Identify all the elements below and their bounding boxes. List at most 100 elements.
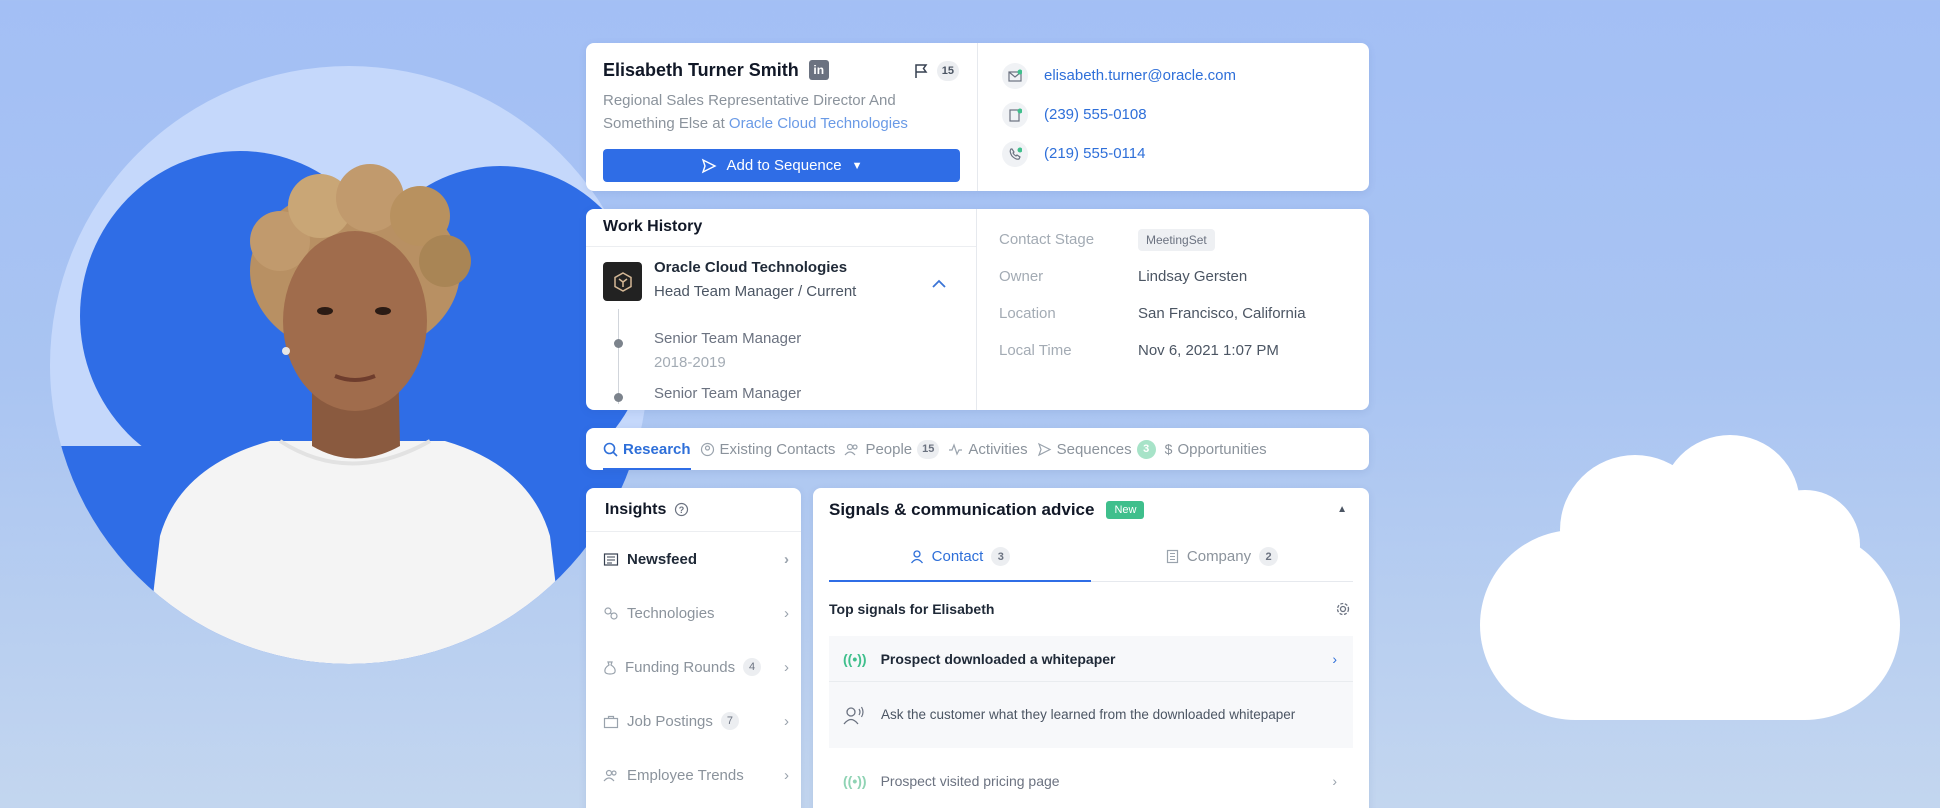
insights-item-badge: 7: [720, 712, 739, 730]
detail-label: Contact Stage: [999, 231, 1095, 248]
gear-icon[interactable]: [1335, 601, 1351, 617]
insights-item-label: Funding Rounds: [625, 658, 736, 676]
timeline-dot: [614, 393, 623, 402]
chevron-right-icon: ›: [1332, 650, 1337, 667]
detail-label: Local Time: [999, 342, 1072, 359]
speaking-person-icon: [843, 706, 864, 725]
tab-label: Activities: [968, 440, 1028, 458]
flag-count-badge: 15: [936, 61, 959, 81]
tab-sequences[interactable]: Sequences 3: [1037, 428, 1156, 470]
email-link[interactable]: elisabeth.turner@oracle.com: [1044, 67, 1236, 84]
caret-down-icon: ▼: [851, 159, 863, 172]
detail-label: Owner: [999, 268, 1044, 285]
timeline-dot: [614, 339, 623, 348]
people-icon: [844, 443, 859, 455]
previous-job-role: Senior Team Manager: [654, 330, 802, 347]
office-phone-icon: [1002, 101, 1028, 128]
chevron-right-icon: ›: [784, 550, 789, 568]
flag-icon[interactable]: [913, 63, 929, 79]
current-job: Oracle Cloud Technologies Head Team Mana…: [654, 259, 856, 300]
timeline-line: [618, 309, 619, 404]
profile-card: Elisabeth Turner Smith in 15 Regional Sa…: [586, 43, 1369, 191]
work-history-panel: Work History Oracle Cloud Technologies H…: [586, 209, 977, 410]
direct-phone-link[interactable]: (239) 555-0108: [1044, 106, 1147, 123]
tab-label: Research: [623, 440, 691, 458]
building-icon: [1166, 549, 1178, 564]
tab-company-signals[interactable]: Company 2: [1091, 532, 1353, 581]
mobile-phone-icon: [1002, 140, 1028, 167]
broadcast-icon: ((•)): [843, 773, 867, 789]
company-link[interactable]: Oracle Cloud Technologies: [729, 115, 908, 132]
chevron-right-icon: ›: [784, 658, 789, 676]
tab-activities[interactable]: Activities: [948, 428, 1028, 470]
send-icon: [701, 158, 717, 174]
insights-item-newsfeed[interactable]: Newsfeed ›: [586, 532, 801, 586]
tab-people[interactable]: People 15: [844, 428, 940, 470]
previous-job-role: Senior Team Manager: [654, 385, 802, 402]
newspaper-icon: [603, 552, 619, 566]
chevron-right-icon: ›: [784, 766, 789, 784]
sub-tab-badge: 3: [991, 547, 1011, 566]
contact-details-panel: Contact Stage MeetingSet Owner Lindsay G…: [977, 209, 1369, 410]
signal-row[interactable]: ((•)) Prospect visited pricing page ›: [829, 758, 1353, 804]
insights-item-employee-trends[interactable]: Employee Trends ›: [586, 748, 801, 802]
tab-label: Sequences: [1056, 440, 1132, 458]
profile-summary: Elisabeth Turner Smith in 15 Regional Sa…: [586, 43, 978, 191]
search-icon: [603, 442, 618, 457]
main-tab-bar: Research Existing Contacts People 15 Act…: [586, 428, 1369, 470]
location-value: San Francisco, California: [1138, 305, 1306, 322]
tab-existing-contacts[interactable]: Existing Contacts: [700, 428, 836, 470]
svg-text:?: ?: [679, 505, 685, 515]
detail-row: Local Time Nov 6, 2021 1:07 PM: [999, 332, 1347, 369]
pulse-icon: [949, 442, 963, 456]
send-icon: [1037, 442, 1051, 456]
tab-research[interactable]: Research: [603, 428, 691, 470]
work-history-card: Work History Oracle Cloud Technologies H…: [586, 209, 1369, 410]
insights-item-label: Employee Trends: [627, 766, 744, 784]
collapse-caret-icon[interactable]: ▲: [1337, 504, 1347, 515]
insights-item-label: Job Postings: [627, 712, 713, 730]
insights-item-label: Newsfeed: [627, 550, 698, 568]
tab-contact-signals[interactable]: Contact 3: [829, 532, 1091, 582]
chevron-right-icon: ›: [784, 712, 789, 730]
chevron-right-icon: ›: [784, 604, 789, 622]
insights-item-technologies[interactable]: Technologies ›: [586, 586, 801, 640]
insights-item-badge: 4: [743, 658, 762, 676]
insights-item-funding-rounds[interactable]: Funding Rounds 4 ›: [586, 640, 801, 694]
tab-label: Existing Contacts: [719, 440, 836, 458]
mobile-phone-link[interactable]: (219) 555-0114: [1044, 145, 1145, 162]
local-time-value: Nov 6, 2021 1:07 PM: [1138, 342, 1279, 359]
contact-stage-pill[interactable]: MeetingSet: [1138, 228, 1215, 251]
previous-job-dates: 2018-2019: [654, 354, 726, 371]
advice-row: Ask the customer what they learned from …: [829, 682, 1353, 748]
contact-methods: elisabeth.turner@oracle.com (239) 555-01…: [978, 43, 1369, 191]
owner-value: Lindsay Gersten: [1138, 268, 1248, 285]
money-bag-icon: [604, 660, 616, 675]
contact-circle-icon: [700, 442, 714, 456]
linkedin-icon[interactable]: in: [808, 60, 829, 80]
company-logo-icon: [603, 262, 642, 301]
hero-portrait-image: [50, 66, 648, 664]
detail-row: Location San Francisco, California: [999, 295, 1347, 332]
signals-title: Signals & communication advice: [829, 500, 1095, 519]
insights-item-job-postings[interactable]: Job Postings 7 ›: [586, 694, 801, 748]
previous-job: Senior Team Manager: [654, 385, 801, 402]
sub-tab-label: Company: [1186, 548, 1252, 565]
insights-item-label: Technologies: [627, 604, 715, 622]
sub-tab-label: Contact: [931, 548, 984, 565]
add-to-sequence-button[interactable]: Add to Sequence ▼: [603, 149, 960, 182]
cloud-decoration: [1480, 435, 1900, 720]
insights-title: Insights: [605, 500, 667, 518]
dollar-icon: $: [1164, 441, 1173, 457]
tab-opportunities[interactable]: $ Opportunities: [1165, 428, 1267, 470]
contact-headline: Regional Sales Representative Director A…: [603, 89, 960, 135]
chevron-up-icon[interactable]: [932, 275, 946, 293]
signal-row[interactable]: ((•)) Prospect downloaded a whitepaper ›: [829, 636, 1353, 682]
new-badge: New: [1106, 501, 1145, 519]
signal-text: Prospect visited pricing page: [880, 773, 1060, 789]
work-history-title: Work History: [586, 209, 976, 247]
email-icon: [1002, 62, 1028, 89]
insights-panel: Insights ? Newsfeed › Technologies › Fun…: [586, 488, 801, 808]
help-icon[interactable]: ?: [674, 502, 689, 517]
previous-job: Senior Team Manager 2018-2019: [654, 330, 801, 371]
